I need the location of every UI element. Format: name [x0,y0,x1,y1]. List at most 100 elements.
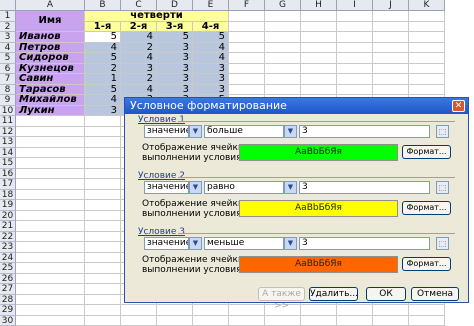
row-header[interactable]: 7 [0,74,16,85]
grid-cell[interactable] [301,64,337,75]
grid-cell[interactable] [85,127,121,138]
row-header[interactable]: 26 [0,274,16,285]
grade-cell[interactable]: 4 [121,53,157,64]
format-button[interactable]: Формат... [402,257,451,271]
row-header[interactable]: 21 [0,221,16,232]
condition-value-input[interactable]: 3 [299,181,430,194]
condition-operator-select[interactable]: больше [204,125,284,138]
student-name-cell[interactable]: Кузнецов [16,64,85,75]
grid-cell[interactable] [373,43,409,54]
dropdown-arrow-icon[interactable]: ▼ [189,237,202,250]
grid-cell[interactable] [229,316,265,326]
grade-cell[interactable]: 4 [193,43,229,54]
column-header[interactable]: H [301,0,337,11]
grid-cell[interactable] [16,263,85,274]
grid-cell[interactable] [229,22,265,33]
row-header[interactable]: 15 [0,158,16,169]
grid-cell[interactable] [409,11,445,22]
header-quarters-cell[interactable]: четверти [85,11,229,22]
grade-cell[interactable]: 2 [121,43,157,54]
grid-cell[interactable] [16,295,85,306]
grid-cell[interactable] [337,53,373,64]
delete-button[interactable]: Удалить... [309,287,358,301]
grade-cell[interactable]: 2 [85,64,121,75]
grid-cell[interactable] [85,137,121,148]
grid-cell[interactable] [373,85,409,96]
grid-cell[interactable] [85,190,121,201]
grid-cell[interactable] [265,74,301,85]
column-header[interactable]: K [409,0,445,11]
grid-cell[interactable] [85,242,121,253]
row-header[interactable]: 22 [0,232,16,243]
grid-cell[interactable] [193,316,229,326]
grade-cell[interactable]: 3 [157,64,193,75]
grid-cell[interactable] [265,22,301,33]
column-header[interactable]: D [157,0,193,11]
condition-value-input[interactable]: 3 [299,125,430,138]
grid-cell[interactable] [85,316,121,326]
student-name-cell[interactable]: Лукин [16,106,85,117]
select-all-corner[interactable] [0,0,16,11]
student-name-cell[interactable]: Тарасов [16,85,85,96]
grid-cell[interactable] [337,74,373,85]
grid-cell[interactable] [16,127,85,138]
grid-cell[interactable] [409,74,445,85]
grid-cell[interactable] [337,22,373,33]
grid-cell[interactable] [85,295,121,306]
quarter-label-cell[interactable]: 2-я [121,22,157,33]
format-button[interactable]: Формат... [402,145,451,159]
student-name-cell[interactable]: Михайлов [16,95,85,106]
grid-cell[interactable] [337,43,373,54]
grid-cell[interactable] [373,316,409,326]
grid-cell[interactable] [85,200,121,211]
grid-cell[interactable] [301,22,337,33]
grade-cell[interactable]: 1 [85,74,121,85]
condition-type-select[interactable]: значение [144,125,189,138]
range-select-icon[interactable]: ⬚ [436,125,449,138]
row-header[interactable]: 2 [0,22,16,33]
row-header[interactable]: 17 [0,179,16,190]
also-button[interactable]: А также >> [258,287,305,301]
grid-cell[interactable] [337,305,373,316]
row-header[interactable]: 25 [0,263,16,274]
format-button[interactable]: Формат... [402,201,451,215]
cancel-button[interactable]: Отмена [411,287,459,301]
grid-cell[interactable] [16,116,85,127]
grid-cell[interactable] [229,305,265,316]
grid-cell[interactable] [373,32,409,43]
grade-cell[interactable]: 3 [85,106,121,117]
grid-cell[interactable] [301,11,337,22]
grid-cell[interactable] [301,74,337,85]
row-header[interactable]: 1 [0,11,16,22]
grid-cell[interactable] [85,211,121,222]
grid-cell[interactable] [85,253,121,264]
grid-cell[interactable] [265,85,301,96]
grade-cell[interactable]: 3 [193,85,229,96]
condition-value-input[interactable]: 3 [299,237,430,250]
column-header[interactable]: C [121,0,157,11]
grid-cell[interactable] [409,43,445,54]
grid-cell[interactable] [265,316,301,326]
column-header[interactable]: F [229,0,265,11]
grid-cell[interactable] [229,64,265,75]
row-header[interactable]: 3 [0,32,16,43]
row-header[interactable]: 12 [0,127,16,138]
grid-cell[interactable] [301,32,337,43]
grid-cell[interactable] [409,32,445,43]
column-header[interactable]: J [373,0,409,11]
dropdown-arrow-icon[interactable]: ▼ [284,237,297,250]
grade-cell[interactable]: 4 [121,85,157,96]
grid-cell[interactable] [265,64,301,75]
column-header[interactable]: I [337,0,373,11]
grid-cell[interactable] [16,137,85,148]
grid-cell[interactable] [301,43,337,54]
row-header[interactable]: 9 [0,95,16,106]
grade-cell[interactable]: 2 [121,74,157,85]
range-select-icon[interactable]: ⬚ [436,237,449,250]
dropdown-arrow-icon[interactable]: ▼ [284,125,297,138]
grid-cell[interactable] [409,22,445,33]
row-header[interactable]: 5 [0,53,16,64]
quarter-label-cell[interactable]: 3-я [157,22,193,33]
grid-cell[interactable] [16,190,85,201]
row-header[interactable]: 23 [0,242,16,253]
